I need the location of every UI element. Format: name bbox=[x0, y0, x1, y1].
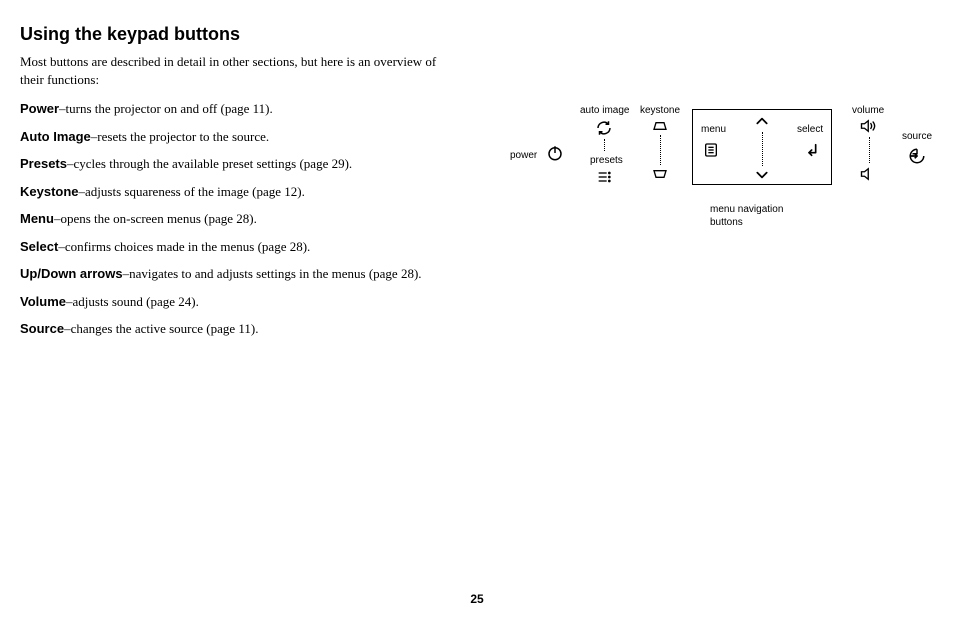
connector-dots bbox=[604, 139, 605, 151]
label-source: source bbox=[902, 131, 932, 142]
item-presets: Presets–cycles through the available pre… bbox=[20, 155, 520, 173]
label-select: select bbox=[797, 124, 823, 135]
label-auto-image: auto image bbox=[580, 105, 629, 116]
desc-menu: –opens the on-screen menus (page 28). bbox=[54, 211, 257, 226]
term-updown: Up/Down arrows bbox=[20, 266, 123, 281]
volume-up-icon bbox=[860, 119, 878, 133]
item-keystone: Keystone–adjusts squareness of the image… bbox=[20, 183, 520, 201]
term-power: Power bbox=[20, 101, 59, 116]
item-power: Power–turns the projector on and off (pa… bbox=[20, 100, 520, 118]
select-icon bbox=[805, 142, 821, 158]
page-title: Using the keypad buttons bbox=[20, 24, 934, 45]
item-updown: Up/Down arrows–navigates to and adjusts … bbox=[20, 265, 520, 283]
power-icon bbox=[546, 144, 564, 162]
connector-dots bbox=[762, 132, 763, 166]
presets-icon bbox=[596, 169, 612, 185]
label-keystone: keystone bbox=[640, 105, 680, 116]
term-auto-image: Auto Image bbox=[20, 129, 91, 144]
term-keystone: Keystone bbox=[20, 184, 79, 199]
term-volume: Volume bbox=[20, 294, 66, 309]
intro-paragraph: Most buttons are described in detail in … bbox=[20, 53, 460, 88]
desc-select: –confirms choices made in the menus (pag… bbox=[58, 239, 310, 254]
keystone-up-icon bbox=[652, 121, 668, 131]
auto-image-icon bbox=[595, 119, 613, 137]
item-select: Select–confirms choices made in the menu… bbox=[20, 238, 520, 256]
up-arrow-icon bbox=[755, 116, 769, 126]
desc-power: –turns the projector on and off (page 11… bbox=[59, 101, 273, 116]
document-page: Using the keypad buttons Most buttons ar… bbox=[0, 0, 954, 636]
desc-updown: –navigates to and adjusts settings in th… bbox=[123, 266, 422, 281]
term-presets: Presets bbox=[20, 156, 67, 171]
volume-down-icon bbox=[860, 167, 878, 181]
desc-source: –changes the active source (page 11). bbox=[64, 321, 258, 336]
desc-keystone: –adjusts squareness of the image (page 1… bbox=[79, 184, 305, 199]
source-icon bbox=[908, 147, 926, 165]
item-source: Source–changes the active source (page 1… bbox=[20, 320, 520, 338]
label-power: power bbox=[510, 150, 537, 161]
label-volume: volume bbox=[852, 105, 884, 116]
connector-dots bbox=[660, 135, 661, 165]
label-presets: presets bbox=[590, 155, 623, 166]
desc-auto-image: –resets the projector to the source. bbox=[91, 129, 269, 144]
menu-navigation-box: menu select bbox=[692, 109, 832, 185]
keystone-down-icon bbox=[652, 169, 668, 179]
desc-presets: –cycles through the available preset set… bbox=[67, 156, 352, 171]
desc-volume: –adjusts sound (page 24). bbox=[66, 294, 199, 309]
term-select: Select bbox=[20, 239, 58, 254]
label-menu: menu bbox=[701, 124, 726, 135]
page-number: 25 bbox=[0, 592, 954, 606]
item-menu: Menu–opens the on-screen menus (page 28)… bbox=[20, 210, 520, 228]
term-source: Source bbox=[20, 321, 64, 336]
item-volume: Volume–adjusts sound (page 24). bbox=[20, 293, 520, 311]
label-nav-caption: menu navigation buttons bbox=[710, 203, 810, 229]
menu-icon bbox=[703, 142, 719, 158]
connector-dots bbox=[869, 137, 870, 163]
term-menu: Menu bbox=[20, 211, 54, 226]
down-arrow-icon bbox=[755, 170, 769, 180]
item-auto-image: Auto Image–resets the projector to the s… bbox=[20, 128, 520, 146]
